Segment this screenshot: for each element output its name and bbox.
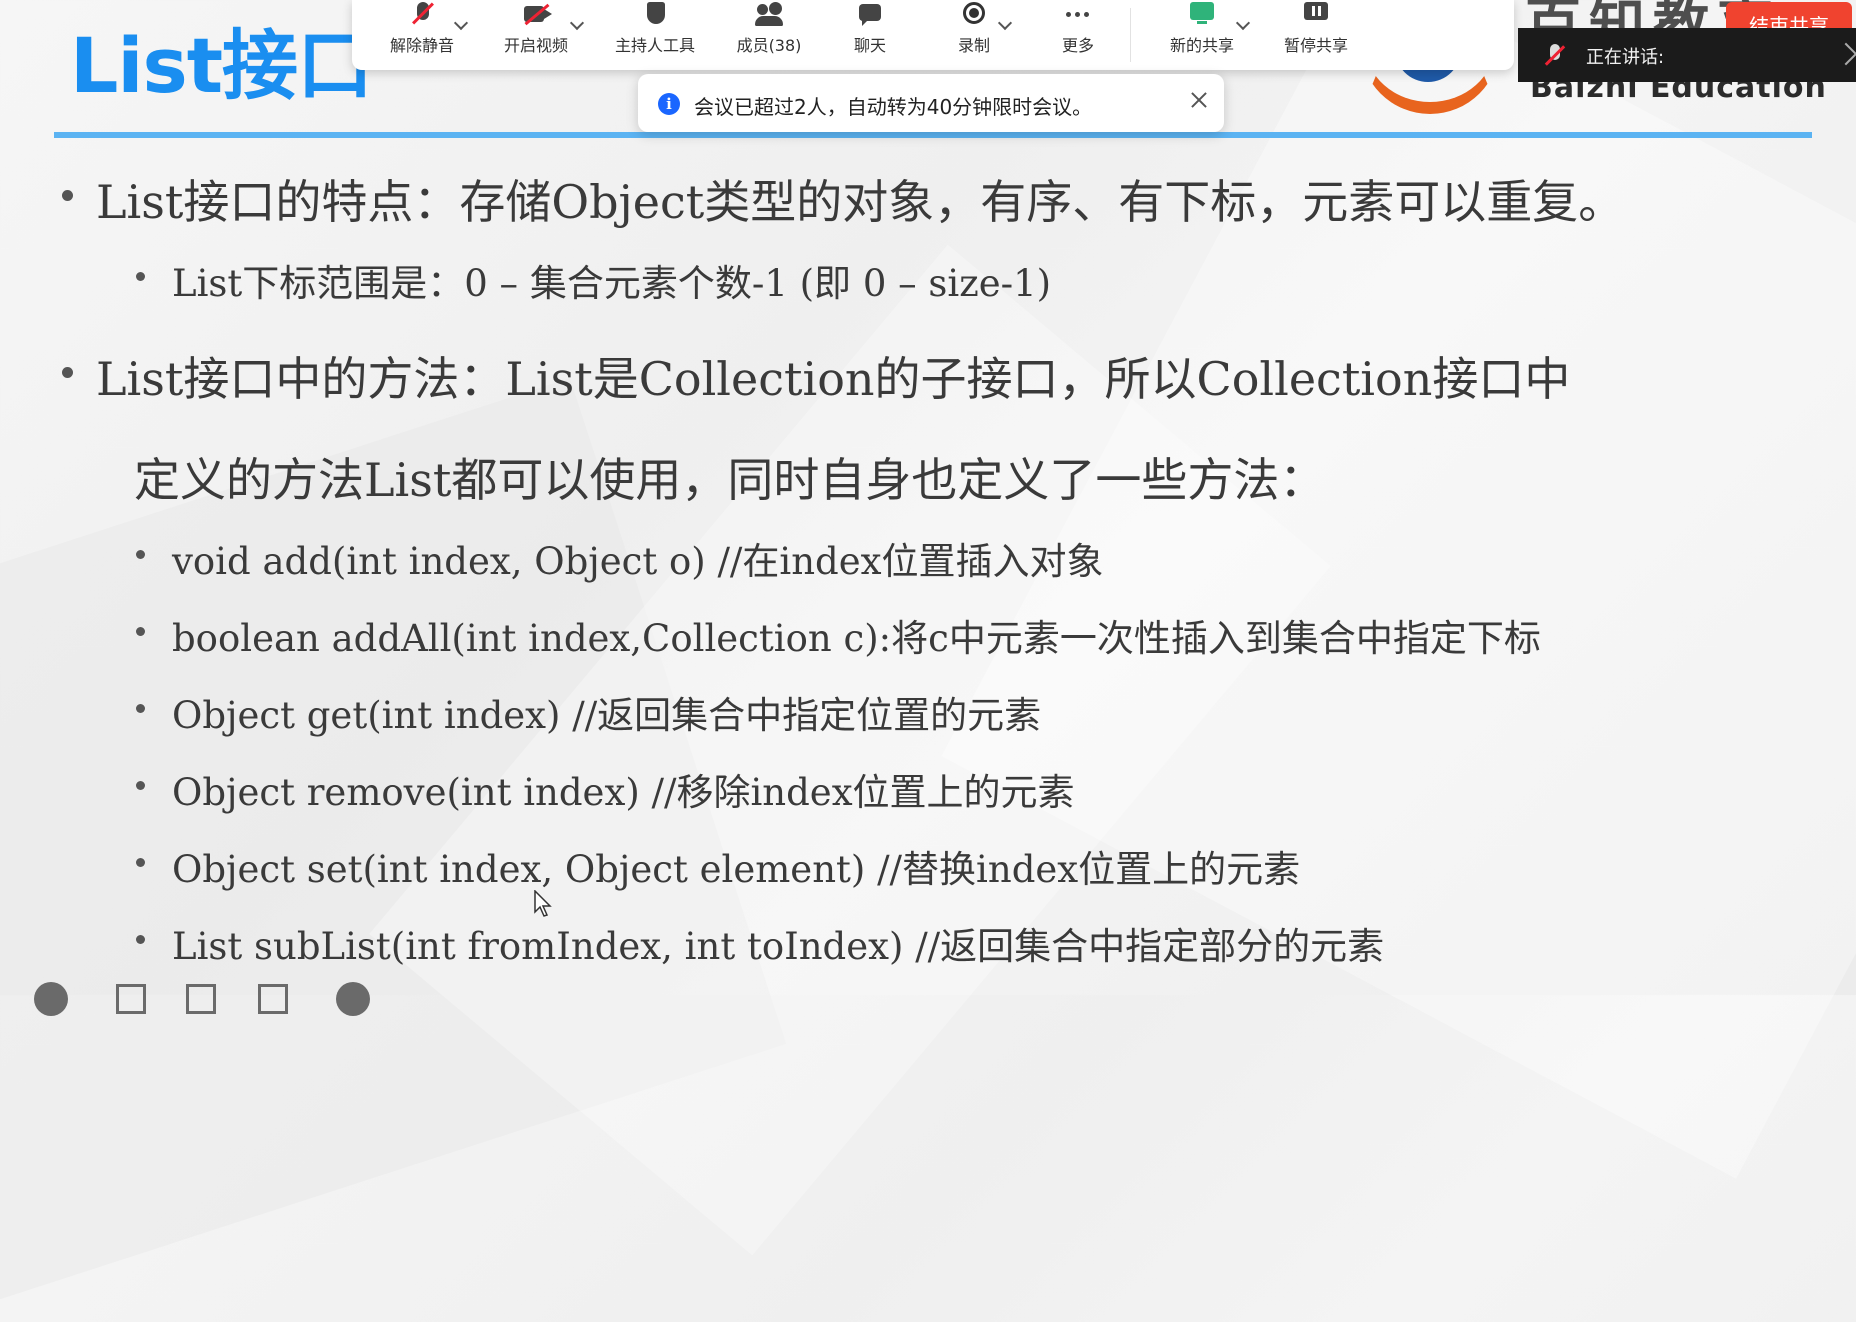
presenter-toolbar <box>0 978 420 1016</box>
members-label: 成员(38) <box>736 36 802 55</box>
fullscreen-icon[interactable] <box>186 984 216 1014</box>
chat-label: 聊天 <box>853 36 886 55</box>
slide-content: List接口的特点：存储Object类型的对象，有序、有下标，元素可以重复。 L… <box>0 0 1856 995</box>
slide-line: boolean addAll(int index,Collection c):将… <box>172 617 1541 660</box>
unmute-button[interactable]: 解除静音 <box>378 0 466 70</box>
shield-icon <box>639 2 671 28</box>
slide-line: 定义的方法List都可以使用，同时自身也定义了一些方法： <box>134 453 1326 507</box>
mic-muted-icon <box>406 2 438 28</box>
bullet-icon <box>62 367 73 378</box>
meeting-notice-toast: i 会议已超过2人，自动转为40分钟限时会议。 <box>638 74 1224 132</box>
slide-line: Object get(int index) //返回集合中指定位置的元素 <box>172 694 1042 737</box>
pointer-icon[interactable] <box>34 982 68 1016</box>
new-share-label: 新的共享 <box>1169 36 1234 55</box>
share-screen-icon <box>1186 2 1218 28</box>
toolbar-divider <box>1130 8 1131 62</box>
unmute-label: 解除静音 <box>389 36 454 55</box>
pen-icon[interactable] <box>116 984 146 1014</box>
slide-line: Object set(int index, Object element) //… <box>172 848 1301 891</box>
bullet-icon <box>136 704 145 713</box>
camera-off-icon <box>520 2 552 28</box>
host-tools-label: 主持人工具 <box>614 36 695 55</box>
record-label: 录制 <box>957 36 990 55</box>
pause-share-label: 暂停共享 <box>1283 36 1348 55</box>
meeting-toolbar: 解除静音 开启视频 主持人工具 成员(38) 聊天 录制 更多 新的共享 暂停共… <box>352 0 1852 70</box>
bullet-icon <box>136 935 145 944</box>
slide-line: List接口的特点：存储Object类型的对象，有序、有下标，元素可以重复。 <box>96 175 1625 229</box>
more-button[interactable]: 更多 <box>1038 0 1118 70</box>
slide-line: List subList(int fromIndex, int toIndex)… <box>172 925 1385 968</box>
bullet-icon <box>136 550 145 559</box>
people-icon <box>753 2 785 28</box>
record-button[interactable]: 录制 <box>934 0 1014 70</box>
start-video-button[interactable]: 开启视频 <box>492 0 580 70</box>
slide-line: List下标范围是：0 – 集合元素个数-1 (即 0 – size-1) <box>172 262 1052 305</box>
slide-line: Object remove(int index) //移除index位置上的元素 <box>172 771 1075 814</box>
chevron-right-icon[interactable] <box>1834 42 1856 66</box>
record-icon <box>958 2 990 28</box>
start-video-label: 开启视频 <box>503 36 568 55</box>
speaking-label: 正在讲话: <box>1586 47 1665 68</box>
info-icon: i <box>658 93 680 115</box>
host-tools-button[interactable]: 主持人工具 <box>602 0 708 70</box>
screen-icon[interactable] <box>258 984 288 1014</box>
bullet-icon <box>136 627 145 636</box>
mic-muted-icon <box>1540 44 1570 68</box>
bullet-icon <box>136 858 145 867</box>
new-share-button[interactable]: 新的共享 <box>1158 0 1246 70</box>
more-label: 更多 <box>1061 36 1094 55</box>
more-icon <box>1062 2 1094 28</box>
options-icon[interactable] <box>336 982 370 1016</box>
bullet-icon <box>136 781 145 790</box>
members-button[interactable]: 成员(38) <box>720 0 818 70</box>
pause-share-button[interactable]: 暂停共享 <box>1272 0 1360 70</box>
chat-button[interactable]: 聊天 <box>830 0 910 70</box>
slide-line: List接口中的方法：List是Collection的子接口，所以Collect… <box>96 352 1571 406</box>
slide-line: void add(int index, Object o) //在index位置… <box>172 540 1104 583</box>
chat-icon <box>854 2 886 28</box>
toast-message: 会议已超过2人，自动转为40分钟限时会议。 <box>694 95 1093 119</box>
speaking-indicator: 正在讲话: <box>1518 28 1856 82</box>
mouse-cursor-icon <box>534 890 552 917</box>
bullet-icon <box>62 190 73 201</box>
close-icon[interactable] <box>1184 86 1214 116</box>
pause-share-icon <box>1300 2 1332 28</box>
bullet-icon <box>136 272 145 281</box>
